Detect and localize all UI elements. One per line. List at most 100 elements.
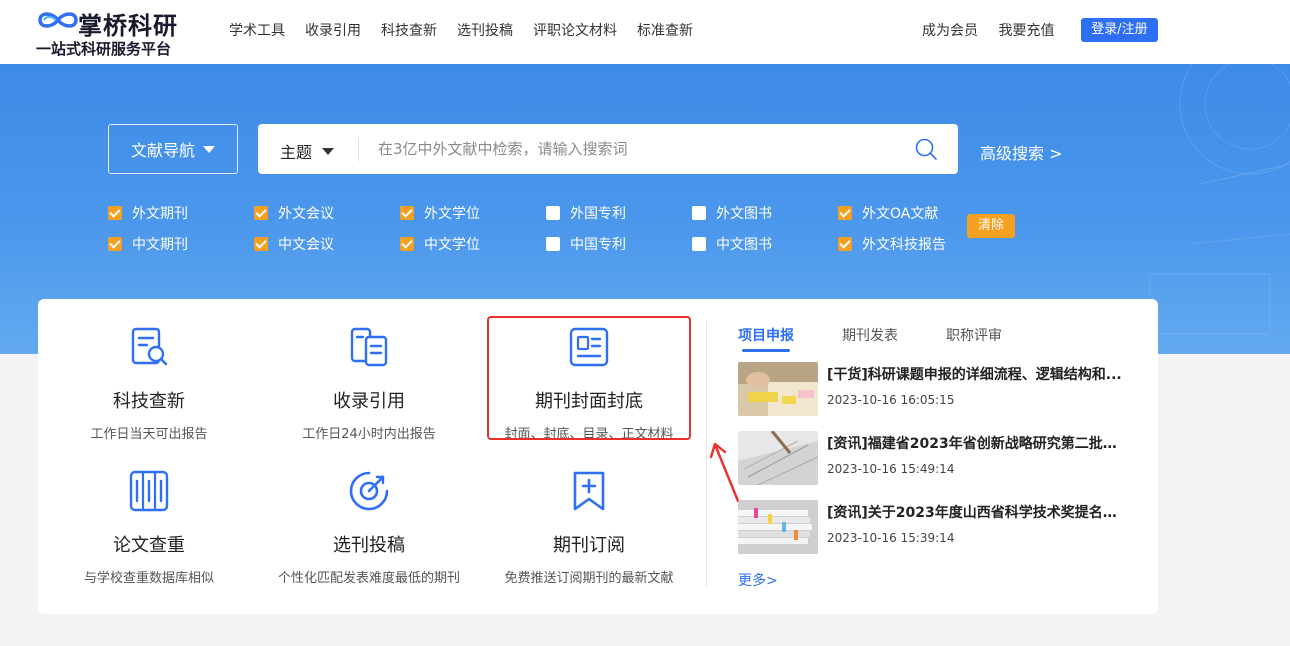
filter-checkbox[interactable]: 中文图书	[692, 234, 772, 254]
checkbox-box	[838, 237, 852, 251]
nav-citation[interactable]: 收录引用	[305, 20, 361, 40]
service-plagiarism-check[interactable]: 论文查重 与学校查重数据库相似	[44, 469, 254, 586]
document-nav-label: 文献导航	[130, 141, 195, 160]
service-citation[interactable]: 收录引用 工作日24小时内出报告	[264, 325, 474, 442]
become-member-link[interactable]: 成为会员	[922, 23, 978, 39]
service-title: 选刊投稿	[333, 535, 405, 556]
filter-checkbox[interactable]: 外文期刊	[108, 203, 188, 223]
service-title: 期刊订阅	[553, 535, 625, 556]
tab-title-review[interactable]: 职称评审	[946, 325, 1002, 345]
services-card: 科技查新 工作日当天可出报告 收录引用 工作日24小时内出报告 期刊封面封底 封…	[38, 299, 1158, 614]
recharge-link[interactable]: 我要充值	[998, 23, 1054, 39]
nav-standard-search[interactable]: 标准查新	[637, 20, 693, 40]
tab-project-application[interactable]: 项目申报	[738, 325, 794, 352]
search-report-icon	[131, 327, 168, 366]
checkbox-label: 外文图书	[716, 206, 772, 222]
search-box: 主题	[258, 124, 958, 174]
checkbox-label: 中文图书	[716, 237, 772, 253]
checkbox-label: 中文学位	[424, 237, 480, 253]
documents-icon	[350, 327, 388, 367]
clear-filters-button[interactable]: 清除	[967, 214, 1015, 238]
filter-checkbox[interactable]: 中国专利	[546, 234, 626, 254]
search-icon[interactable]	[914, 137, 938, 161]
checkbox-box	[400, 237, 414, 251]
logo-subtitle: 一站式科研服务平台	[36, 40, 172, 58]
search-field-label: 主题	[280, 143, 313, 162]
service-title: 收录引用	[333, 391, 405, 412]
filter-checkbox[interactable]: 外文学位	[400, 203, 480, 223]
document-nav-dropdown[interactable]: 文献导航	[108, 124, 238, 174]
service-journal-subscription[interactable]: 期刊订阅 免费推送订阅期刊的最新文献	[484, 469, 694, 586]
checkbox-label: 外文OA文献	[862, 206, 939, 222]
service-novelty-search[interactable]: 科技查新 工作日当天可出报告	[44, 325, 254, 442]
nav-novelty-search[interactable]: 科技查新	[381, 20, 437, 40]
news-item[interactable]: [干货]科研课题申报的详细流程、逻辑结构和... 2023-10-16 16:0…	[738, 362, 1138, 416]
checkbox-box	[254, 237, 268, 251]
checkbox-box	[838, 206, 852, 220]
tab-journal-publishing[interactable]: 期刊发表	[842, 325, 898, 345]
news-thumbnail	[738, 431, 818, 485]
news-date: 2023-10-16 15:49:14	[827, 462, 955, 476]
search-field-select[interactable]: 主题	[280, 139, 335, 163]
checkbox-box	[546, 206, 560, 220]
login-register-button[interactable]: 登录/注册	[1081, 18, 1158, 42]
filter-checkbox[interactable]: 外文科技报告	[838, 234, 946, 254]
header-actions: 成为会员 我要充值	[922, 20, 1070, 40]
logo-title: 掌桥科研	[78, 12, 178, 40]
logo-infinity-icon	[38, 12, 78, 28]
divider	[358, 137, 359, 161]
news-title: [资讯]关于2023年度山西省科学技术奖提名工...	[827, 505, 1127, 521]
news-tabs: 项目申报 期刊发表 职称评审	[738, 325, 1050, 352]
checkbox-label: 中国专利	[570, 237, 626, 253]
checkbox-label: 中文会议	[278, 237, 334, 253]
checkbox-label: 外文期刊	[132, 206, 188, 222]
nav-journal-submission[interactable]: 选刊投稿	[457, 20, 513, 40]
checkbox-box	[400, 206, 414, 220]
news-thumbnail	[738, 362, 818, 416]
target-icon	[349, 471, 389, 511]
filter-checkbox[interactable]: 中文会议	[254, 234, 334, 254]
search-input[interactable]	[378, 136, 898, 162]
filter-checkbox[interactable]: 中文学位	[400, 234, 480, 254]
service-desc: 免费推送订阅期刊的最新文献	[504, 571, 674, 586]
checkbox-box	[692, 237, 706, 251]
checkbox-label: 外文科技报告	[862, 237, 946, 253]
columns-icon	[129, 470, 169, 512]
advanced-search-link[interactable]: 高级搜索 >	[980, 140, 1063, 164]
service-desc: 工作日24小时内出报告	[302, 427, 436, 442]
checkbox-box	[254, 206, 268, 220]
checkbox-label: 外国专利	[570, 206, 626, 222]
service-desc: 与学校查重数据库相似	[83, 571, 214, 586]
news-item[interactable]: [资讯]关于2023年度山西省科学技术奖提名工... 2023-10-16 15…	[738, 500, 1138, 554]
filter-checkbox[interactable]: 外文会议	[254, 203, 334, 223]
service-title: 论文查重	[113, 535, 185, 556]
service-desc: 工作日当天可出报告	[90, 427, 208, 442]
service-journal-selection[interactable]: 选刊投稿 个性化匹配发表难度最低的期刊	[264, 469, 474, 586]
caret-down-icon	[203, 145, 215, 153]
service-desc: 个性化匹配发表难度最低的期刊	[277, 571, 460, 586]
caret-down-icon	[322, 147, 335, 155]
checkbox-box	[108, 237, 122, 251]
checkbox-label: 外文会议	[278, 206, 334, 222]
filter-checkbox[interactable]: 外文OA文献	[838, 203, 938, 223]
news-title: [资讯]福建省2023年省创新战略研究第二批定...	[827, 436, 1127, 452]
top-header: 掌桥科研 一站式科研服务平台 学术工具 收录引用 科技查新 选刊投稿 评职论文材…	[0, 0, 1290, 64]
filter-checkbox[interactable]: 外文图书	[692, 203, 772, 223]
nav-academic-tools[interactable]: 学术工具	[229, 20, 285, 40]
checkbox-box	[546, 237, 560, 251]
filter-checkbox[interactable]: 外国专利	[546, 203, 626, 223]
news-title: [干货]科研课题申报的详细流程、逻辑结构和...	[827, 367, 1122, 383]
bookmark-icon	[573, 471, 605, 511]
checkbox-box	[108, 206, 122, 220]
checkbox-box	[692, 206, 706, 220]
news-date: 2023-10-16 16:05:15	[827, 393, 955, 407]
news-item[interactable]: [资讯]福建省2023年省创新战略研究第二批定... 2023-10-16 15…	[738, 431, 1138, 485]
divider	[706, 321, 707, 587]
checkbox-label: 中文期刊	[132, 237, 188, 253]
filter-checkbox[interactable]: 中文期刊	[108, 234, 188, 254]
nav-title-papers[interactable]: 评职论文材料	[533, 20, 617, 40]
main-nav: 学术工具 收录引用 科技查新 选刊投稿 评职论文材料 标准查新	[229, 20, 713, 40]
news-date: 2023-10-16 15:39:14	[827, 531, 955, 545]
more-news-link[interactable]: 更多>	[738, 570, 778, 590]
site-logo[interactable]: 掌桥科研 一站式科研服务平台	[36, 6, 196, 58]
